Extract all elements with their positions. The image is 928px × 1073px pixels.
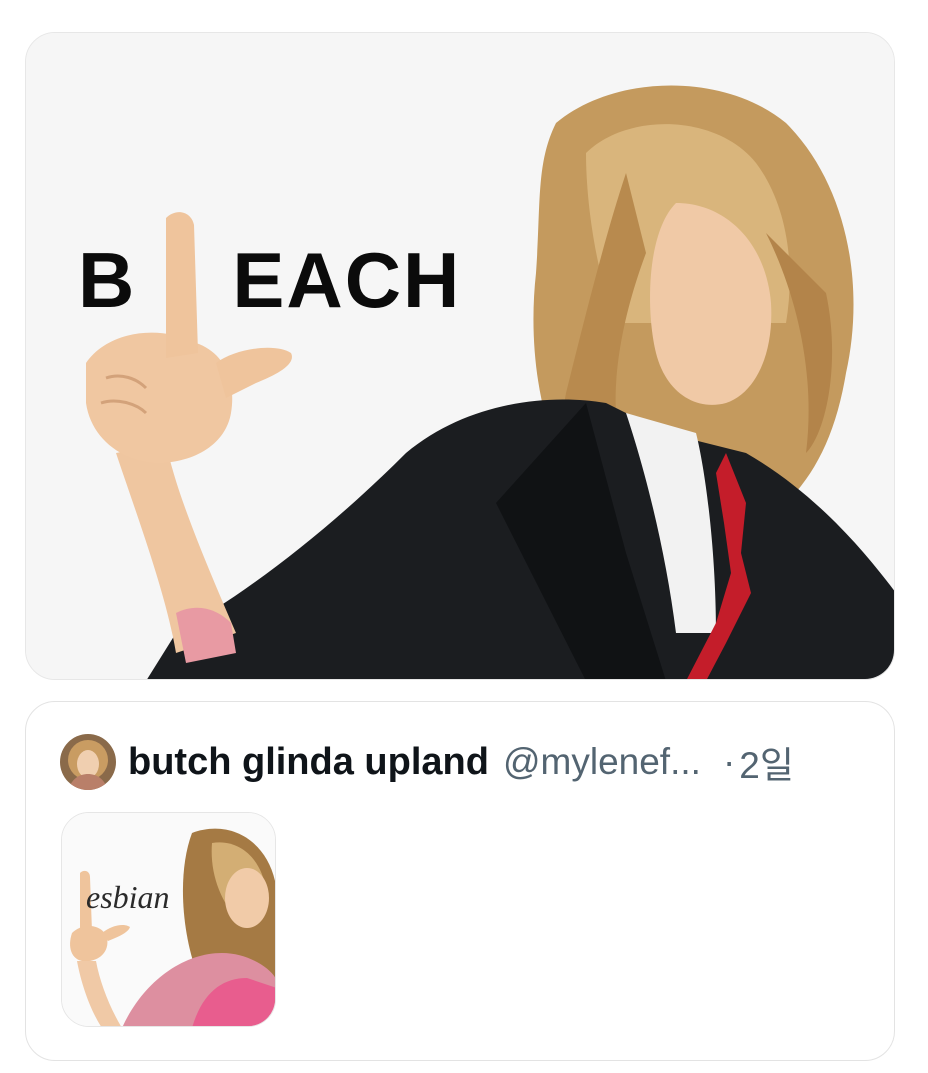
author-display-name[interactable]: butch glinda upland xyxy=(128,741,489,784)
avatar-image xyxy=(60,734,116,790)
thumbnail-photo xyxy=(62,813,275,1026)
avatar[interactable] xyxy=(60,734,116,790)
post-timestamp[interactable]: 2일 xyxy=(739,735,794,789)
quoted-post-header: butch glinda upland @mylenef... · 2일 xyxy=(60,732,794,792)
media-image-card[interactable]: B EACH xyxy=(25,32,895,680)
separator-dot: · xyxy=(722,741,736,782)
quoted-post-card[interactable]: butch glinda upland @mylenef... · 2일 esb… xyxy=(25,701,895,1061)
meme-caption: B EACH xyxy=(78,241,461,319)
meme-caption-right: EACH xyxy=(232,236,462,324)
meme-caption-left: B xyxy=(78,236,137,324)
quoted-post-thumbnail[interactable]: esbian xyxy=(61,812,276,1027)
author-handle[interactable]: @mylenef... xyxy=(503,741,701,783)
thumbnail-caption: esbian xyxy=(86,879,170,915)
meme-photo xyxy=(26,33,894,679)
